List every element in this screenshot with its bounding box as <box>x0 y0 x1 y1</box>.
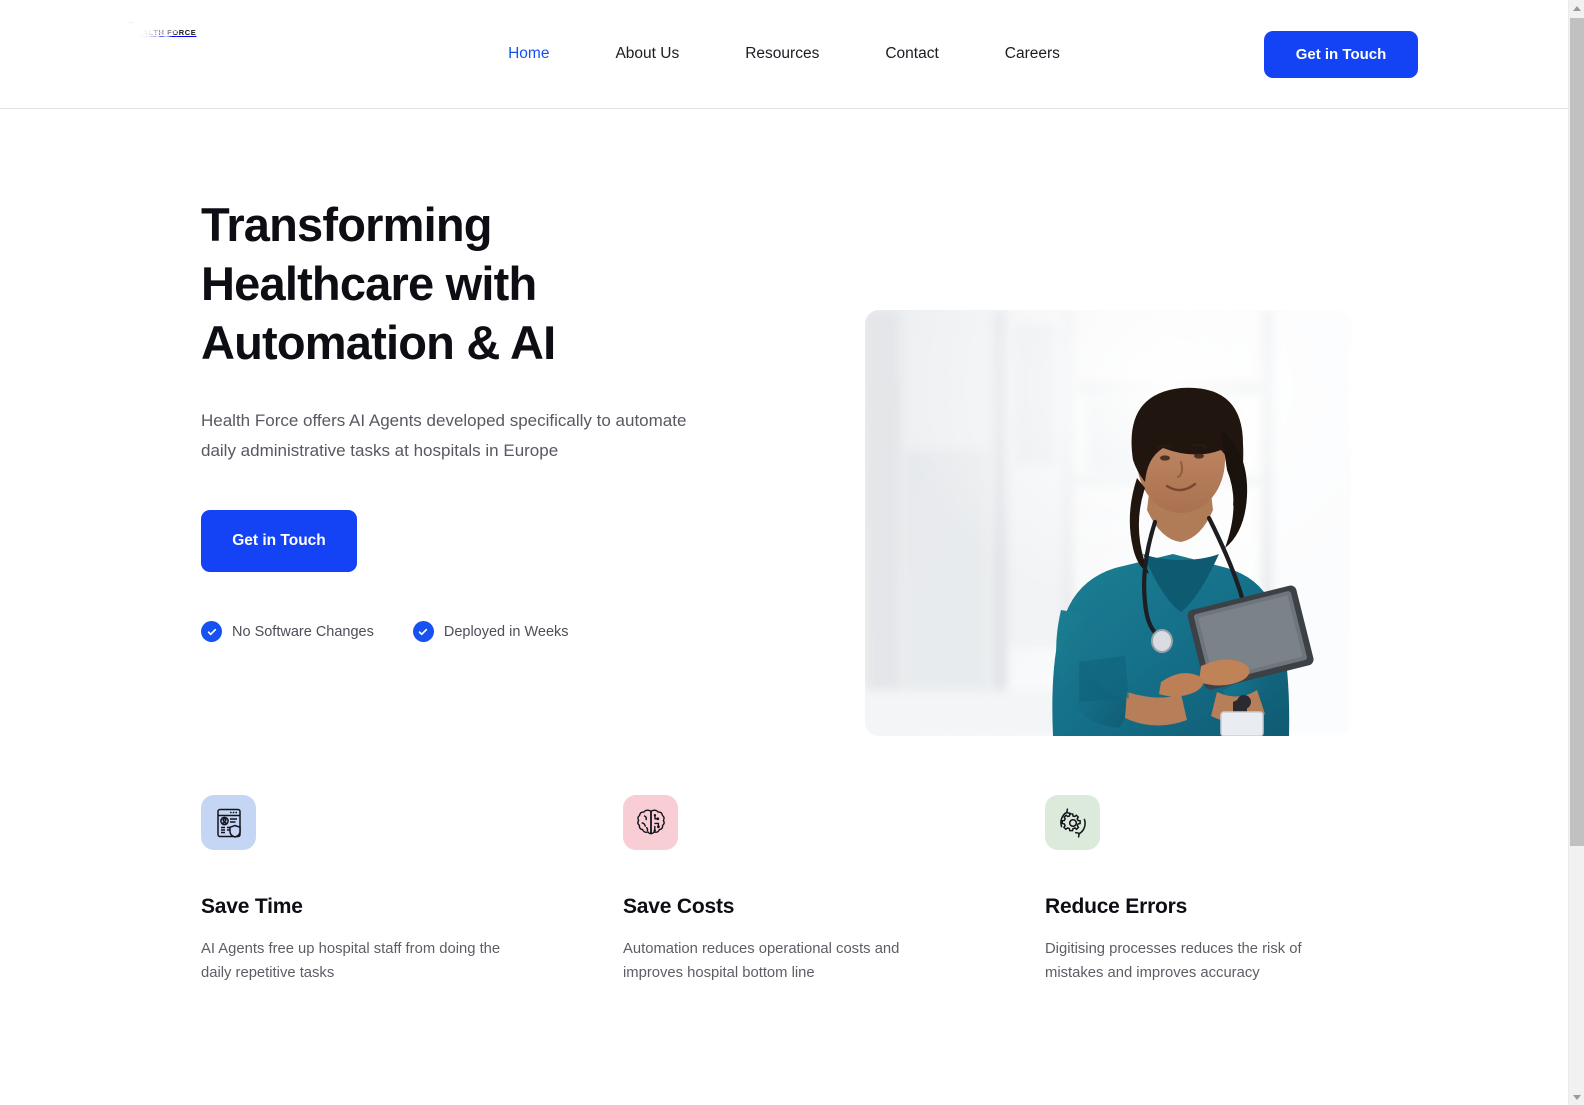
brand-logo[interactable]: HEALTH FORCE <box>85 0 196 77</box>
feature-title: Reduce Errors <box>1045 895 1188 918</box>
hero-badge-label: No Software Changes <box>232 623 374 640</box>
hero-badge-list: No Software Changes Deployed in Weeks <box>201 621 700 642</box>
hero-copy: Transforming Healthcare with Automation … <box>0 189 700 642</box>
nav-item-contact[interactable]: Contact <box>852 40 971 68</box>
hero-image <box>865 310 1351 736</box>
hero-title: Transforming Healthcare with Automation … <box>201 198 556 369</box>
ai-brain-icon <box>623 795 678 850</box>
feature-card-save-time: Save Time AI Agents free up hospital sta… <box>201 795 623 985</box>
check-circle-icon <box>412 621 434 642</box>
header-get-in-touch-button[interactable]: Get in Touch <box>1264 31 1418 78</box>
scrollbar-thumb[interactable] <box>1570 18 1584 846</box>
nav-item-home[interactable]: Home <box>475 40 582 68</box>
browser-content-viewport: HEALTH FORCE Home About Us Resources Con… <box>0 0 1568 1105</box>
hero-get-in-touch-button[interactable]: Get in Touch <box>201 510 357 572</box>
check-circle-icon <box>201 621 222 642</box>
nav-item-resources[interactable]: Resources <box>712 40 852 68</box>
vertical-scrollbar[interactable] <box>1568 0 1584 1105</box>
feature-card-save-costs: Save Costs Automation reduces operationa… <box>623 795 1045 985</box>
gear-refresh-icon <box>1045 795 1100 850</box>
hero-badge-no-software-changes: No Software Changes <box>201 621 374 642</box>
nav-item-about-us[interactable]: About Us <box>582 40 712 68</box>
hero-badge-label: Deployed in Weeks <box>443 623 569 640</box>
document-profile-shield-icon <box>201 795 256 850</box>
nav-item-careers[interactable]: Careers <box>972 40 1093 68</box>
feature-title: Save Costs <box>623 895 735 918</box>
site-header: HEALTH FORCE Home About Us Resources Con… <box>0 0 1568 109</box>
scroll-up-arrow-icon[interactable] <box>1569 0 1584 16</box>
hero-subtitle: Health Force offers AI Agents developed … <box>201 411 687 460</box>
nurse-with-tablet-photo <box>865 310 1351 736</box>
hero-badge-deployed-in-weeks: Deployed in Weeks <box>412 621 569 642</box>
feature-description: Digitising processes reduces the risk of… <box>1045 941 1302 981</box>
scroll-down-arrow-icon[interactable] <box>1569 1089 1584 1105</box>
feature-description: Automation reduces operational costs and… <box>623 941 900 981</box>
feature-card-reduce-errors: Reduce Errors Digitising processes reduc… <box>1045 795 1467 985</box>
hero-section: Transforming Healthcare with Automation … <box>0 109 1568 736</box>
feature-description: AI Agents free up hospital staff from do… <box>201 941 501 981</box>
feature-title: Save Time <box>201 895 303 918</box>
